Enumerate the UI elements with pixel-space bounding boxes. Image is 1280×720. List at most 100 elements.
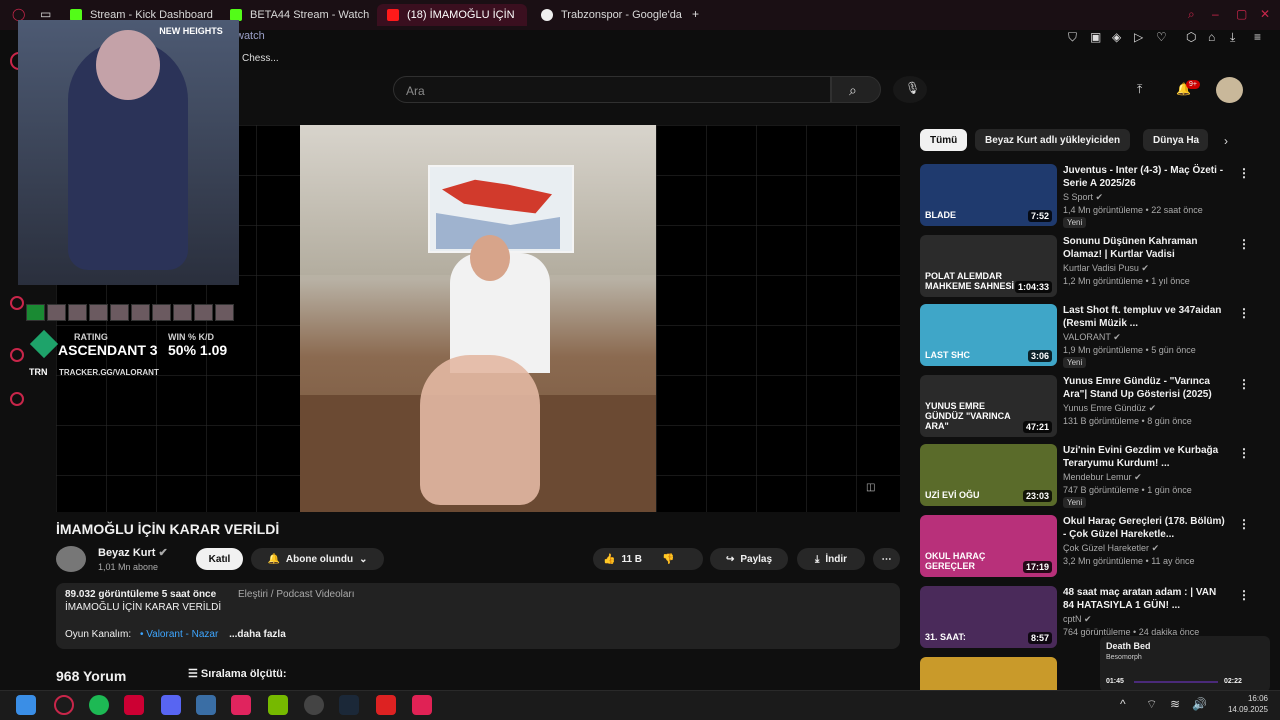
channel-avatar[interactable] [56,546,86,572]
show-more-link[interactable]: ...daha fazla [229,629,286,640]
menu-icon[interactable]: ≡ [1254,30,1261,44]
heart-icon[interactable]: ♡ [1156,30,1167,44]
search-input[interactable]: Ara [393,76,831,103]
opera-gx-logo-icon[interactable]: ◯ [12,7,25,21]
video-thumbnail[interactable]: OKUL HARAÇ GEREÇLER 17:19 [920,515,1057,577]
video-thumbnail[interactable]: POLAT ALEMDAR MAHKEME SAHNESİ 1:04:33 [920,235,1057,297]
more-vertical-icon[interactable]: ⋮ [1238,588,1250,602]
account-avatar[interactable] [1216,77,1243,103]
opera-gx-taskbar-icon[interactable] [54,695,74,715]
recommendation-item[interactable]: LAST SHC 3:06 Last Shot ft. templuv ve 347… [920,304,1250,368]
more-vertical-icon[interactable]: ⋮ [1238,446,1250,460]
new-tab-icon[interactable]: + [692,7,699,21]
video-thumbnail[interactable]: 31. SAAT: 8:57 [920,586,1057,648]
track-progress-bar[interactable] [1134,681,1218,683]
steam-icon[interactable] [339,695,359,715]
puzzle-extensions-icon[interactable]: ⬡ [1186,30,1196,44]
recommendation-channel[interactable]: Mendebur Lemur ✔ [1063,472,1142,483]
recommendation-item[interactable]: UZİ EVİ OĞU 23:03 Uzi'nin Evini Gezdim ve … [920,444,1250,508]
valorant-icon[interactable] [412,695,432,715]
like-count[interactable]: 11 B [621,554,642,565]
chevron-right-icon[interactable]: › [1224,134,1228,148]
man-head [470,235,510,281]
track-total: 02:22 [1224,678,1242,685]
voice-search-button[interactable]: 🎙 [893,76,927,103]
search-tabs-icon[interactable]: ⌕ [1188,7,1195,22]
network-icon[interactable]: ⌔ [1146,697,1157,712]
recommendation-title[interactable]: 48 saat maç aratan adam : | VAN 84 HATAS… [1063,586,1228,612]
recommendation-channel[interactable]: Çok Güzel Hareketler ✔ [1063,543,1159,554]
video-thumbnail[interactable]: YUNUS EMRE GÜNDÜZ "VARINCA ARA" 47:21 [920,375,1057,437]
game-channel-link[interactable]: • Valorant - Nazar [140,629,218,640]
tab-google-search[interactable]: Trabzonspor - Google'da [531,4,686,26]
sidebar-toggle-icon[interactable]: ▭ [40,7,51,21]
minimize-icon[interactable]: – [1212,7,1219,21]
app-icon[interactable] [124,695,144,715]
recommendation-channel[interactable]: VALORANT ✔ [1063,332,1121,343]
video-thumbnail[interactable]: +1000 [920,657,1057,690]
join-button[interactable]: Katıl [196,548,243,570]
video-thumbnail[interactable]: LAST SHC 3:06 [920,304,1057,366]
recommendation-item[interactable]: OKUL HARAÇ GEREÇLER 17:19 Okul Haraç Gereç… [920,515,1250,579]
chip-all[interactable]: Tümü [920,129,968,151]
bookmark-chess[interactable]: Chess... [242,53,279,64]
recommendation-item[interactable]: YUNUS EMRE GÜNDÜZ "VARINCA ARA" 47:21 Yunu… [920,375,1250,439]
recommendation-title[interactable]: Uzi'nin Evini Gezdim ve Kurbağa Teraryum… [1063,444,1228,470]
recommendation-item[interactable]: BLADE 7:52 Juventus - Inter (4-3) - Maç Öz… [920,164,1250,228]
more-actions-button[interactable]: ⋯ [873,548,900,570]
tray-chevron-icon[interactable]: ^ [1120,697,1126,711]
recommendation-channel[interactable]: Yunus Emre Gündüz ✔ [1063,403,1156,414]
download-button[interactable]: ⤓ İndir [797,548,865,570]
upload-icon[interactable]: ⤒ [1137,82,1142,97]
chip-from-uploader[interactable]: Beyaz Kurt adlı yükleyiciden [975,129,1131,151]
discord-icon[interactable] [161,695,181,715]
more-vertical-icon[interactable]: ⋮ [1238,306,1250,320]
maximize-icon[interactable]: ▢ [1236,7,1247,21]
search-button[interactable]: ⌕ [831,76,881,103]
subscribed-button[interactable]: 🔔 Abone olundu ⌄ [251,548,384,570]
more-vertical-icon[interactable]: ⋮ [1238,517,1250,531]
snapshot-icon[interactable]: ▣ [1090,30,1101,44]
app-icon[interactable] [376,695,396,715]
download-icon[interactable]: ⤓ [1230,30,1235,45]
spotify-icon[interactable] [89,695,109,715]
recommendation-channel[interactable]: S Sport ✔ [1063,192,1103,203]
recommendation-title[interactable]: Juventus - Inter (4-3) - Maç Özeti - Ser… [1063,164,1228,190]
tab-youtube-video[interactable]: (18) İMAMOĞLU İÇİN [377,4,527,26]
wifi-icon[interactable]: ≋ [1170,697,1180,711]
channel-name[interactable]: Beyaz Kurt ✔ [98,546,168,559]
url-fragment[interactable]: watch [236,30,265,42]
dislike-icon[interactable]: 👎 [662,554,674,565]
close-window-icon[interactable]: ✕ [1260,7,1270,21]
profile-icon[interactable]: ⌂ [1208,30,1215,44]
player-icon[interactable]: ▷ [1134,30,1143,44]
recommendation-meta: 747 B görüntüleme • 1 gün önce [1063,485,1192,495]
like-icon[interactable]: 👍 [603,554,615,565]
sidebar-settings-icon[interactable] [10,392,24,406]
more-vertical-icon[interactable]: ⋮ [1238,237,1250,251]
nvidia-icon[interactable] [268,695,288,715]
tab-beta44-stream[interactable]: BETA44 Stream - Watch [220,4,370,26]
app-icon[interactable] [196,695,216,715]
vpn-icon[interactable]: ◈ [1112,30,1121,44]
recommendation-title[interactable]: Yunus Emre Gündüz - "Varınca Ara"| Stand… [1063,375,1228,401]
recommendation-channel[interactable]: cptN ✔ [1063,614,1092,625]
recommendation-title[interactable]: Last Shot ft. templuv ve 347aidan (Resmi… [1063,304,1228,330]
volume-icon[interactable]: 🔊 [1192,697,1207,711]
extension-icon[interactable]: ⛉ [1068,30,1077,45]
video-thumbnail[interactable]: UZİ EVİ OĞU 23:03 [920,444,1057,506]
recommendation-channel[interactable]: Kurtlar Vadisi Pusu ✔ [1063,263,1149,274]
chip-world[interactable]: Dünya Ha [1143,129,1208,151]
windows-start-icon[interactable] [16,695,36,715]
taskbar-clock[interactable]: 16:06 14.09.2025 [1216,693,1268,715]
app-icon[interactable] [231,695,251,715]
sort-comments-button[interactable]: ☰ Sıralama ölçütü: [188,667,287,680]
recommendation-item[interactable]: POLAT ALEMDAR MAHKEME SAHNESİ 1:04:33 Sonu… [920,235,1250,299]
more-vertical-icon[interactable]: ⋮ [1238,377,1250,391]
share-button[interactable]: ↪ Paylaş [710,548,788,570]
recommendation-title[interactable]: Okul Haraç Gereçleri (178. Bölüm) - Çok … [1063,515,1228,541]
recommendation-title[interactable]: Sonunu Düşünen Kahraman Olamaz! | Kurtla… [1063,235,1228,261]
obs-icon[interactable] [304,695,324,715]
more-vertical-icon[interactable]: ⋮ [1238,166,1250,180]
video-thumbnail[interactable]: BLADE 7:52 [920,164,1057,226]
